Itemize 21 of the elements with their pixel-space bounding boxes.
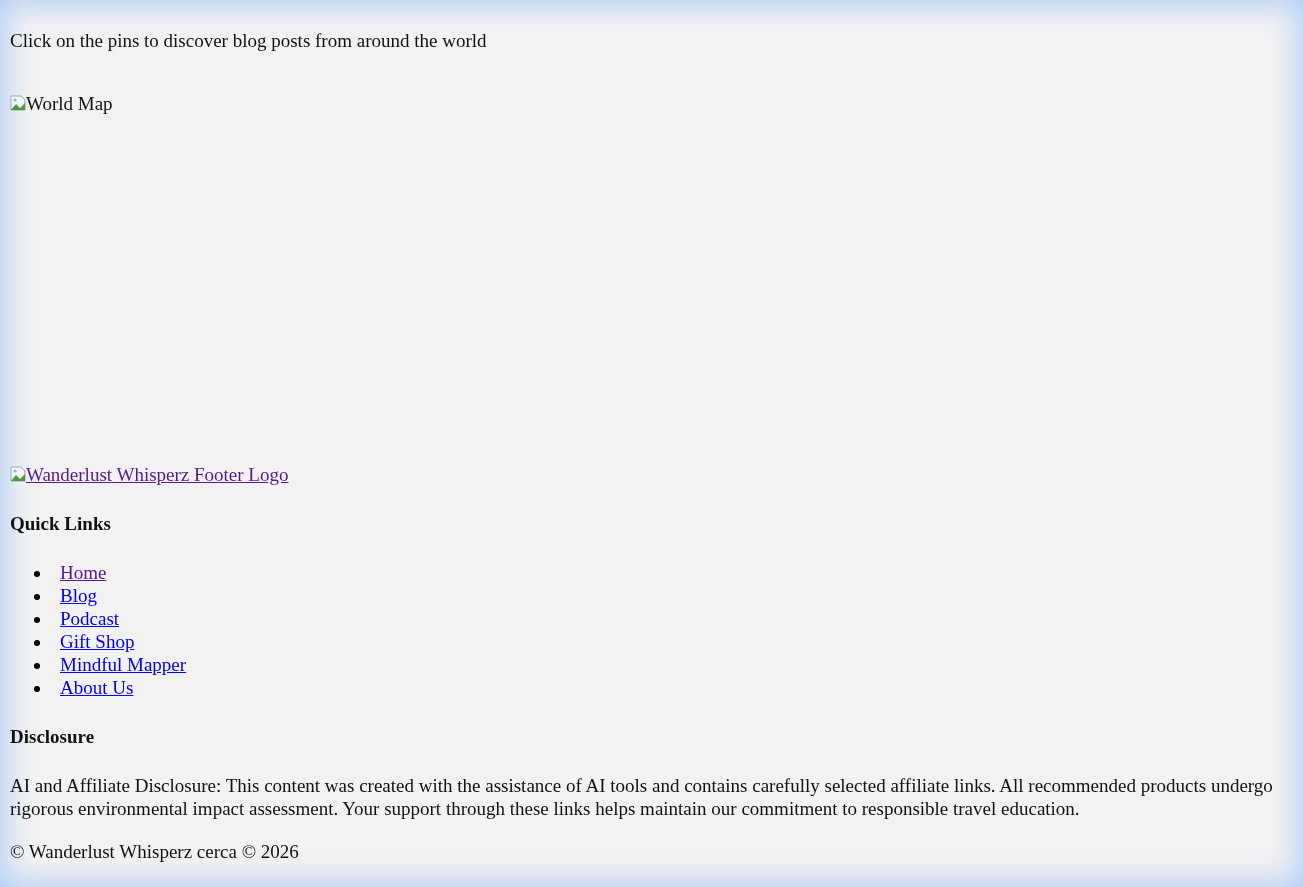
bullet-icon xyxy=(34,640,40,646)
bullet-icon xyxy=(34,663,40,669)
bullet-icon xyxy=(34,594,40,600)
broken-image-icon xyxy=(10,466,26,482)
section-heading: Disclosure xyxy=(10,725,96,748)
intro-text: Click on the pins to discover blog posts from around the world xyxy=(10,29,488,52)
nav-link[interactable]: Home xyxy=(60,562,107,583)
nav-link[interactable]: Gift Shop xyxy=(60,631,135,652)
nav-link[interactable]: Blog xyxy=(60,585,97,606)
broken-image-icon xyxy=(10,95,26,111)
nav-link[interactable]: Mindful Mapper xyxy=(60,654,187,675)
copyright-text: © Wanderlust Whisperz cerca © 2026 xyxy=(10,840,300,863)
bullet-icon xyxy=(34,571,40,577)
disclosure-text: AI and Affiliate Disclosure: This content was created with the assistance of AI tools and contains carefully selected affiliate links. All recommended products undergo rigorous environmental impact assessment. Your support through these links helps maintain our commitment to responsible travel education. xyxy=(10,774,1274,820)
map-alt-text: World Map xyxy=(10,93,113,114)
bullet-icon xyxy=(34,686,40,692)
footer-logo-link[interactable]: Wanderlust Whisperz Footer Logo xyxy=(10,464,289,486)
section-heading: Quick Links xyxy=(10,512,112,535)
bullet-icon xyxy=(34,617,40,623)
nav-link[interactable]: About Us xyxy=(60,677,134,698)
nav-link[interactable]: Podcast xyxy=(60,608,120,629)
